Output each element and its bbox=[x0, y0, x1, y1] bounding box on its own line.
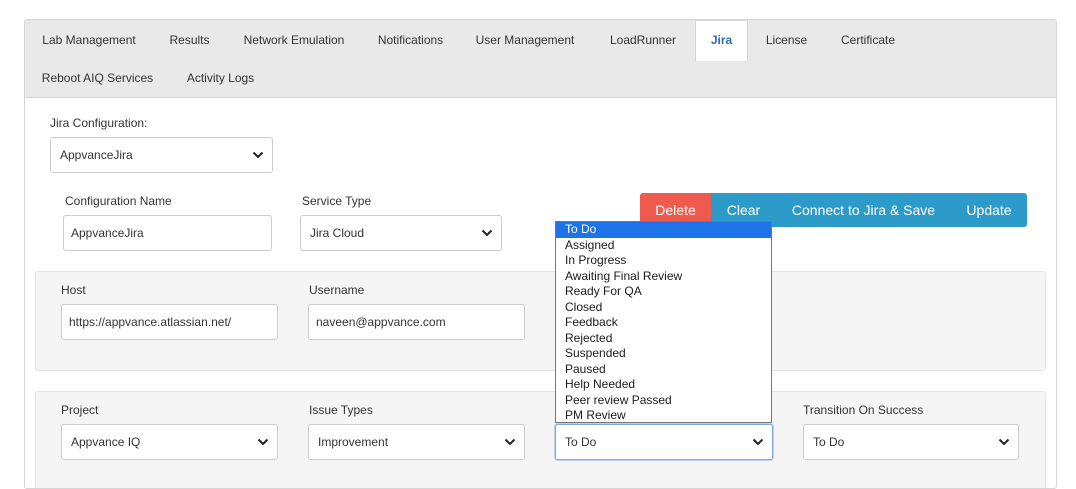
username-input[interactable]: naveen@appvance.com bbox=[308, 304, 525, 340]
service-type-value: Jira Cloud bbox=[310, 226, 365, 240]
dropdown-option[interactable]: Rejected bbox=[556, 331, 771, 347]
project-label: Project bbox=[61, 403, 99, 417]
tab-certificate[interactable]: Certificate bbox=[825, 21, 911, 60]
tab-lab-management[interactable]: Lab Management bbox=[25, 21, 153, 60]
transition-on-success-value: To Do bbox=[813, 435, 845, 449]
tab-activity-logs[interactable]: Activity Logs bbox=[170, 59, 271, 98]
dropdown-option[interactable]: Closed bbox=[556, 300, 771, 316]
chevron-down-icon bbox=[481, 229, 493, 237]
host-input[interactable]: https://appvance.atlassian.net/ bbox=[61, 304, 278, 340]
dropdown-option[interactable]: Help Needed bbox=[556, 377, 771, 393]
dropdown-option[interactable]: In Progress bbox=[556, 253, 771, 269]
chevron-down-icon bbox=[504, 438, 516, 446]
transition-on-success-select[interactable]: To Do bbox=[803, 424, 1019, 460]
host-label: Host bbox=[61, 283, 86, 297]
tab-user-management[interactable]: User Management bbox=[459, 21, 591, 60]
dropdown-option[interactable]: Assigned bbox=[556, 238, 771, 254]
tab-network-emulation[interactable]: Network Emulation bbox=[226, 21, 362, 60]
tab-reboot-aiq-services[interactable]: Reboot AIQ Services bbox=[25, 59, 170, 98]
username-label: Username bbox=[309, 283, 365, 297]
tab-loadrunner[interactable]: LoadRunner bbox=[591, 21, 695, 60]
dropdown-option[interactable]: Feedback bbox=[556, 315, 771, 331]
update-button[interactable]: Update bbox=[951, 193, 1027, 227]
tab-notifications[interactable]: Notifications bbox=[362, 21, 459, 60]
settings-panel: Lab Management Results Network Emulation… bbox=[24, 19, 1057, 489]
service-type-select[interactable]: Jira Cloud bbox=[300, 215, 502, 251]
tab-jira[interactable]: Jira bbox=[695, 20, 748, 61]
status-dropdown-list: To Do Assigned In Progress Awaiting Fina… bbox=[555, 221, 772, 423]
chevron-down-icon bbox=[252, 151, 264, 159]
jira-configuration-value: AppvanceJira bbox=[60, 148, 133, 162]
dropdown-option[interactable]: Peer review Passed bbox=[556, 393, 771, 409]
dropdown-option[interactable]: Suspended bbox=[556, 346, 771, 362]
project-select[interactable]: Appvance IQ bbox=[61, 424, 278, 460]
transition-on-success-label: Transition On Success bbox=[803, 403, 924, 417]
transition-status-value: To Do bbox=[565, 435, 597, 449]
chevron-down-icon bbox=[998, 438, 1010, 446]
tab-license[interactable]: License bbox=[748, 21, 825, 60]
issue-types-select[interactable]: Improvement bbox=[308, 424, 525, 460]
settings-tabbar: Lab Management Results Network Emulation… bbox=[25, 20, 1056, 98]
chevron-down-icon bbox=[257, 438, 269, 446]
issue-types-label: Issue Types bbox=[309, 403, 373, 417]
dropdown-option[interactable]: Awaiting Final Review bbox=[556, 269, 771, 285]
connect-to-jira-save-button[interactable]: Connect to Jira & Save bbox=[776, 193, 951, 227]
dropdown-option[interactable]: PM Review bbox=[556, 408, 771, 424]
project-value: Appvance IQ bbox=[71, 435, 141, 449]
dropdown-option[interactable]: Paused bbox=[556, 362, 771, 378]
issue-types-value: Improvement bbox=[318, 435, 389, 449]
jira-configuration-select[interactable]: AppvanceJira bbox=[50, 137, 273, 173]
transition-status-select[interactable]: To Do bbox=[555, 424, 773, 460]
service-type-label: Service Type bbox=[302, 194, 372, 208]
tab-results[interactable]: Results bbox=[153, 21, 226, 60]
configuration-name-label: Configuration Name bbox=[65, 194, 172, 208]
configuration-name-input[interactable]: AppvanceJira bbox=[63, 215, 272, 251]
chevron-down-icon bbox=[752, 438, 764, 446]
jira-configuration-label: Jira Configuration: bbox=[50, 116, 148, 130]
dropdown-option[interactable]: Ready For QA bbox=[556, 284, 771, 300]
dropdown-option[interactable]: To Do bbox=[556, 222, 771, 238]
